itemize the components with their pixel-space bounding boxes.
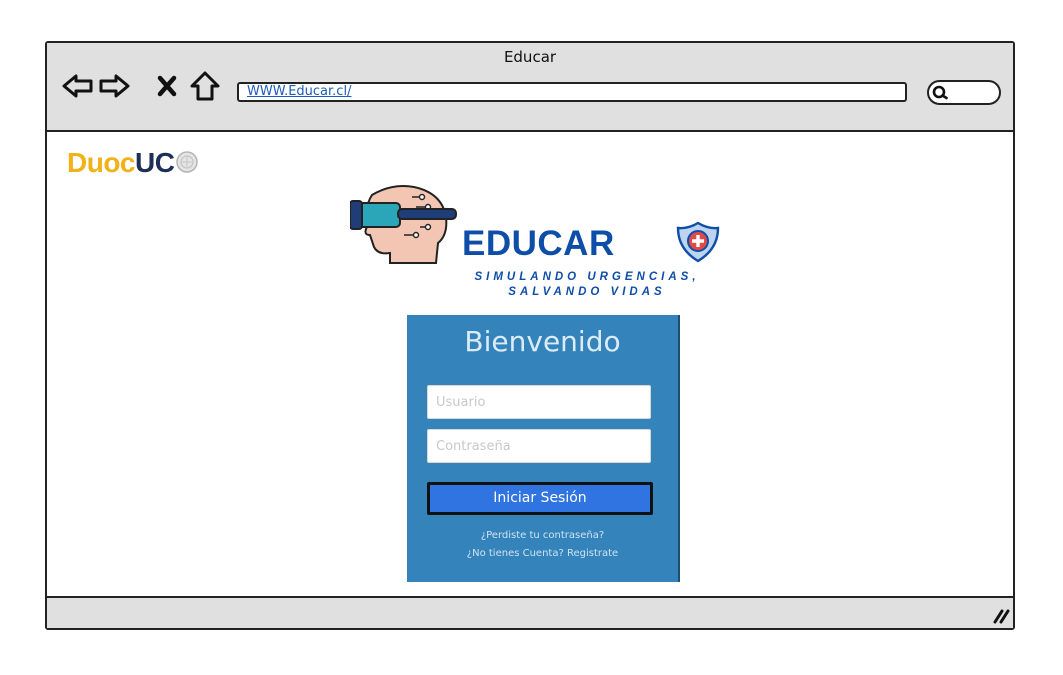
home-icon bbox=[190, 71, 220, 101]
password-input[interactable] bbox=[427, 429, 651, 463]
login-button[interactable]: Iniciar Sesión bbox=[427, 482, 653, 515]
browser-titlebar: Educar WWW.Educar.cl/ bbox=[47, 43, 1013, 132]
close-x-icon bbox=[157, 75, 177, 97]
home-button[interactable] bbox=[188, 69, 222, 103]
tagline-line-2: SALVANDO VIDAS bbox=[508, 286, 666, 298]
search-icon bbox=[932, 85, 948, 100]
address-bar[interactable]: WWW.Educar.cl/ bbox=[237, 82, 907, 102]
address-bar-url[interactable]: WWW.Educar.cl/ bbox=[247, 84, 351, 100]
register-link[interactable]: ¿No tienes Cuenta? Registrate bbox=[407, 548, 678, 559]
browser-statusbar bbox=[47, 596, 1013, 628]
login-title: Bienvenido bbox=[464, 325, 621, 358]
university-seal-icon bbox=[176, 150, 199, 173]
duoc-logo-text: Duoc bbox=[67, 147, 136, 178]
back-button[interactable] bbox=[61, 69, 95, 103]
medical-shield-icon bbox=[676, 221, 720, 263]
vr-headset-head-icon bbox=[350, 185, 457, 264]
forward-button[interactable] bbox=[97, 69, 131, 103]
browser-window: Educar WWW.Educar.cl/ DuocUC EDUCAR SIMU… bbox=[45, 41, 1015, 630]
resize-handle-icon[interactable] bbox=[989, 603, 1011, 625]
login-panel: Bienvenido Iniciar Sesión ¿Perdiste tu c… bbox=[407, 315, 680, 582]
arrow-left-outline-icon bbox=[62, 74, 93, 98]
uc-logo-text: UC bbox=[135, 147, 175, 178]
tagline-line-1: SIMULANDO URGENCIAS, bbox=[474, 271, 700, 283]
educar-logo-text: EDUCAR bbox=[462, 224, 615, 263]
username-input[interactable] bbox=[427, 385, 651, 419]
forgot-password-link[interactable]: ¿Perdiste tu contraseña? bbox=[407, 530, 678, 541]
search-box[interactable] bbox=[927, 80, 1001, 105]
window-title: Educar bbox=[503, 48, 557, 66]
stop-button[interactable] bbox=[153, 69, 181, 103]
arrow-right-outline-icon bbox=[99, 74, 130, 98]
duoc-uc-logo: DuocUC bbox=[67, 146, 199, 180]
